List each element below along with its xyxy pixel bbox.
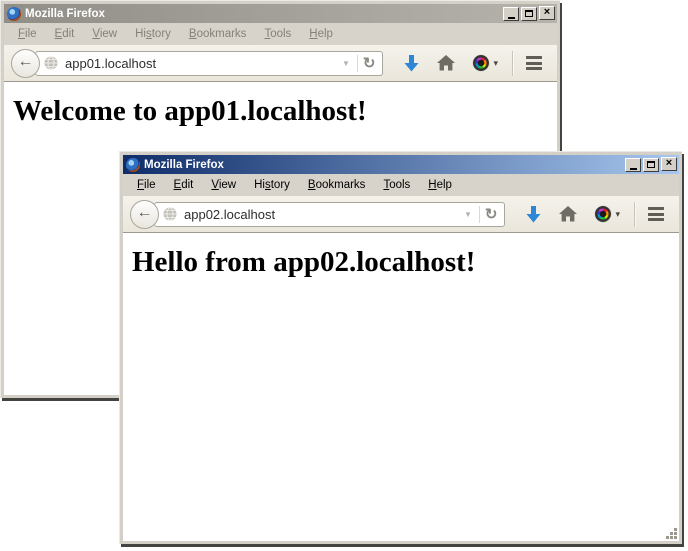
url-bar[interactable]: ▼ ↻ [35,51,383,76]
back-icon: ← [137,205,153,221]
menu-edit[interactable]: Edit [46,25,84,43]
close-button[interactable]: × [661,157,677,171]
firefox-icon [7,7,21,21]
page-content: Hello from app02.localhost! [123,233,679,541]
menu-bar: FileEditViewHistoryBookmarksToolsHelp [4,23,557,45]
menu-file[interactable]: File [128,176,165,194]
download-icon [404,55,419,72]
home-button[interactable] [559,206,577,222]
extension-button[interactable]: ▾ [595,206,620,222]
maximize-icon [525,10,533,17]
menu-tools[interactable]: Tools [374,176,419,194]
download-button[interactable] [526,206,541,223]
menu-file[interactable]: File [9,25,46,43]
window-title: Mozilla Firefox [25,8,499,20]
maximize-icon [647,161,655,168]
url-input[interactable] [184,207,460,222]
home-button[interactable] [437,55,455,71]
menu-bar: FileEditViewHistoryBookmarksToolsHelp [123,174,679,196]
hamburger-icon [526,56,542,59]
chevron-down-icon: ▾ [493,58,498,69]
menu-tools[interactable]: Tools [255,25,300,43]
navigation-toolbar: ← ▼ ↻ ▾ [123,196,679,233]
minimize-button[interactable] [503,7,519,21]
download-button[interactable] [404,55,419,72]
minimize-button[interactable] [625,158,641,172]
url-bar-divider [357,55,358,72]
minimize-icon [630,168,637,170]
globe-icon [163,207,177,221]
url-history-dropdown-icon[interactable]: ▼ [338,59,354,68]
back-icon: ← [18,54,34,70]
browser-window-app02[interactable]: Mozilla Firefox × FileEditViewHistoryBoo… [119,151,682,544]
page-heading: Hello from app02.localhost! [132,246,679,279]
title-bar[interactable]: Mozilla Firefox × [123,155,679,174]
url-input[interactable] [65,56,338,71]
back-button[interactable]: ← [11,49,40,78]
maximize-button[interactable] [643,158,659,172]
menu-button[interactable] [642,203,670,225]
menu-button[interactable] [520,52,548,74]
reload-icon[interactable]: ↻ [483,207,500,222]
url-history-dropdown-icon[interactable]: ▼ [460,210,476,219]
reload-icon[interactable]: ↻ [361,56,378,71]
window-title: Mozilla Firefox [144,159,621,171]
menu-edit[interactable]: Edit [165,176,203,194]
window-controls: × [625,158,677,172]
home-icon [437,55,455,71]
toolbar-divider [512,51,513,76]
window-controls: × [503,7,555,21]
title-bar[interactable]: Mozilla Firefox × [4,4,557,23]
maximize-button[interactable] [521,7,537,21]
download-icon [526,206,541,223]
globe-icon [44,56,58,70]
page-heading: Welcome to app01.localhost! [13,95,557,128]
menu-view[interactable]: View [83,25,126,43]
extension-button[interactable]: ▾ [473,55,498,71]
url-bar[interactable]: ▼ ↻ [154,202,505,227]
color-wheel-icon [473,55,489,71]
menu-history[interactable]: History [245,176,299,194]
close-button[interactable]: × [539,6,555,20]
menu-bookmarks[interactable]: Bookmarks [299,176,375,194]
home-icon [559,206,577,222]
color-wheel-icon [595,206,611,222]
navigation-toolbar: ← ▼ ↻ ▾ [4,45,557,82]
menu-view[interactable]: View [202,176,245,194]
menu-bookmarks[interactable]: Bookmarks [180,25,256,43]
back-button[interactable]: ← [130,200,159,229]
resize-grip[interactable] [665,527,678,540]
menu-history[interactable]: History [126,25,180,43]
hamburger-icon [648,207,664,210]
minimize-icon [508,17,515,19]
menu-help[interactable]: Help [419,176,461,194]
firefox-icon [126,158,140,172]
menu-help[interactable]: Help [300,25,342,43]
toolbar-divider [634,202,635,227]
url-bar-divider [479,206,480,223]
chevron-down-icon: ▾ [615,209,620,220]
